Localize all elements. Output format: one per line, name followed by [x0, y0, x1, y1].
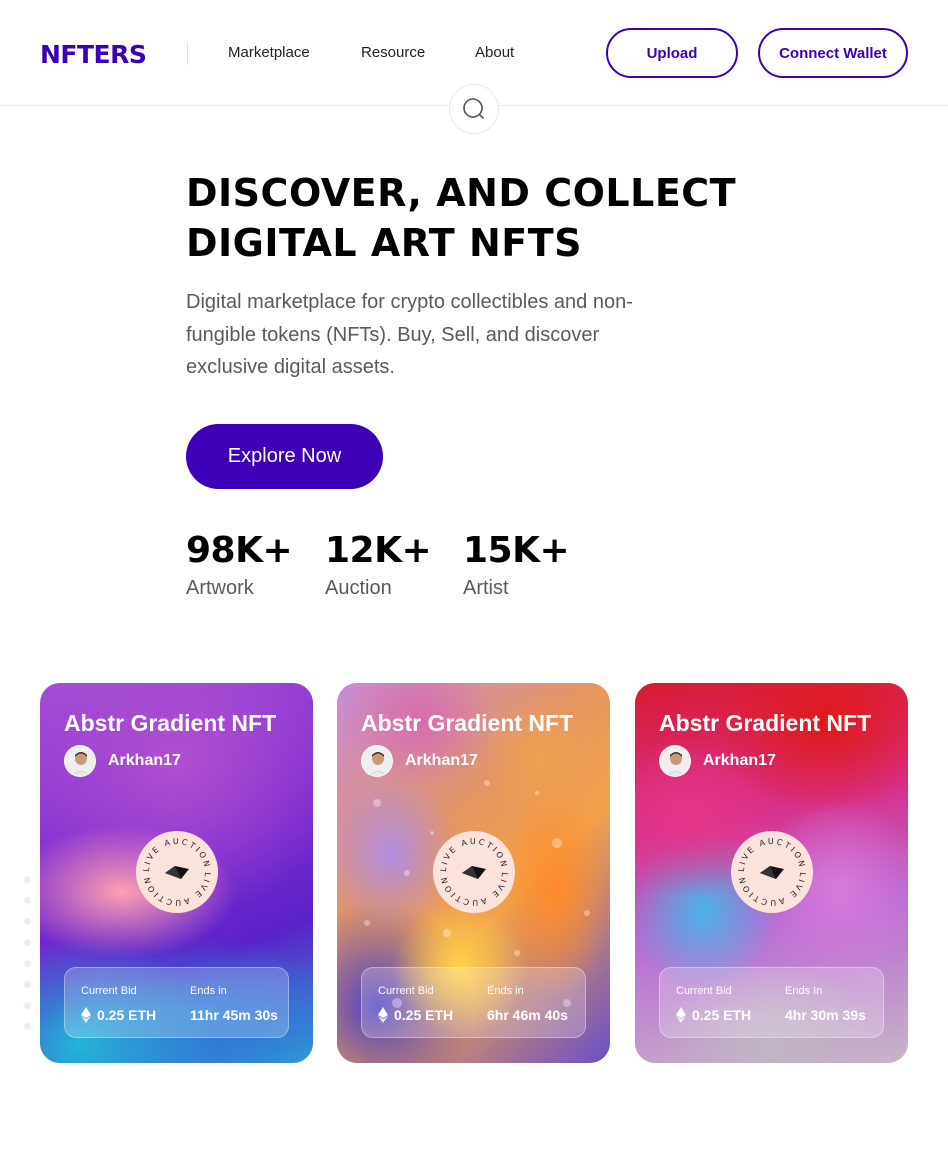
- nft-card[interactable]: Abstr Gradient NFT Arkhan17 LIVE AUCTION…: [40, 683, 313, 1063]
- auction-icon: [760, 866, 784, 879]
- ethereum-icon: [676, 1007, 686, 1023]
- stat-artist: 15K+ Artist: [463, 530, 570, 600]
- card-title: Abstr Gradient NFT: [64, 710, 277, 736]
- hero-description: Digital marketplace for crypto collectib…: [186, 291, 633, 378]
- creator[interactable]: Arkhan17: [659, 745, 776, 777]
- live-auction-badge: LIVE AUCTION LIVE AUCTION: [136, 831, 218, 913]
- bid-amount: 0.25 ETH: [692, 1007, 752, 1023]
- stat-label: Auction: [325, 577, 392, 599]
- hero-title-line-1: DISCOVER, AND COLLECT: [186, 171, 737, 215]
- current-bid-label: Current Bid: [676, 985, 732, 997]
- creator[interactable]: Arkhan17: [64, 745, 181, 777]
- nft-card[interactable]: Abstr Gradient NFT Arkhan17 LIVE AUCTION…: [635, 683, 908, 1063]
- nav-item-resource[interactable]: Resource: [361, 44, 425, 62]
- explore-now-button[interactable]: Explore Now: [186, 424, 383, 489]
- logo[interactable]: NFTERS: [40, 40, 147, 70]
- nav-divider: [187, 43, 188, 65]
- creator-name: Arkhan17: [108, 752, 181, 769]
- avatar: [361, 745, 393, 777]
- search-button[interactable]: [449, 84, 499, 134]
- ends-in-label: Ends in: [190, 985, 227, 997]
- bid-panel: Current Bid 0.25 ETH Ends in 6hr 46m 40s: [361, 967, 586, 1038]
- connect-wallet-button[interactable]: Connect Wallet: [758, 28, 908, 78]
- search-icon: [463, 98, 484, 119]
- stat-auction: 12K+ Auction: [325, 530, 432, 600]
- ethereum-icon: [81, 1007, 91, 1023]
- hero-title-line-2: DIGITAL ART NFTS: [186, 221, 582, 265]
- stat-artwork: 98K+ Artwork: [186, 530, 293, 600]
- ends-in-label: Ends In: [785, 985, 823, 997]
- current-bid-value: 0.25 ETH: [676, 1006, 751, 1024]
- current-bid-label: Current Bid: [81, 985, 137, 997]
- stat-value: 15K+: [463, 530, 570, 571]
- current-bid-label: Current Bid: [378, 985, 434, 997]
- nav-item-marketplace[interactable]: Marketplace: [228, 44, 310, 62]
- ends-in-value: 6hr 46m 40s: [487, 1007, 568, 1023]
- stat-value: 98K+: [186, 530, 293, 571]
- auction-icon: [165, 866, 189, 879]
- ethereum-icon: [378, 1007, 388, 1023]
- live-auction-badge: LIVE AUCTION LIVE AUCTION: [433, 831, 515, 913]
- stat-label: Artist: [463, 577, 509, 599]
- card-title: Abstr Gradient NFT: [361, 710, 574, 736]
- bid-panel: Current Bid 0.25 ETH Ends In 4hr 30m 39s: [659, 967, 884, 1038]
- upload-button[interactable]: Upload: [606, 28, 738, 78]
- stat-label: Artwork: [186, 577, 254, 599]
- current-bid-value: 0.25 ETH: [378, 1006, 453, 1024]
- auction-icon: [462, 866, 486, 879]
- avatar: [64, 745, 96, 777]
- bid-amount: 0.25 ETH: [394, 1007, 454, 1023]
- creator-name: Arkhan17: [405, 752, 478, 769]
- bid-amount: 0.25 ETH: [97, 1007, 157, 1023]
- card-title: Abstr Gradient NFT: [659, 710, 872, 736]
- stat-value: 12K+: [325, 530, 432, 571]
- hero-title: DISCOVER, AND COLLECT DIGITAL ART NFTS: [186, 168, 826, 268]
- nft-card[interactable]: Abstr Gradient NFT Arkhan17 LIVE AUCTION…: [337, 683, 610, 1063]
- bid-panel: Current Bid 0.25 ETH Ends in 11hr 45m 30…: [64, 967, 289, 1038]
- current-bid-value: 0.25 ETH: [81, 1006, 156, 1024]
- creator[interactable]: Arkhan17: [361, 745, 478, 777]
- ends-in-value: 4hr 30m 39s: [785, 1007, 866, 1023]
- nav-item-about[interactable]: About: [475, 44, 514, 62]
- ends-in-value: 11hr 45m 30s: [190, 1007, 278, 1023]
- decorative-dots: [24, 876, 31, 1044]
- ends-in-label: Ends in: [487, 985, 524, 997]
- live-auction-badge: LIVE AUCTION LIVE AUCTION: [731, 831, 813, 913]
- avatar: [659, 745, 691, 777]
- creator-name: Arkhan17: [703, 752, 776, 769]
